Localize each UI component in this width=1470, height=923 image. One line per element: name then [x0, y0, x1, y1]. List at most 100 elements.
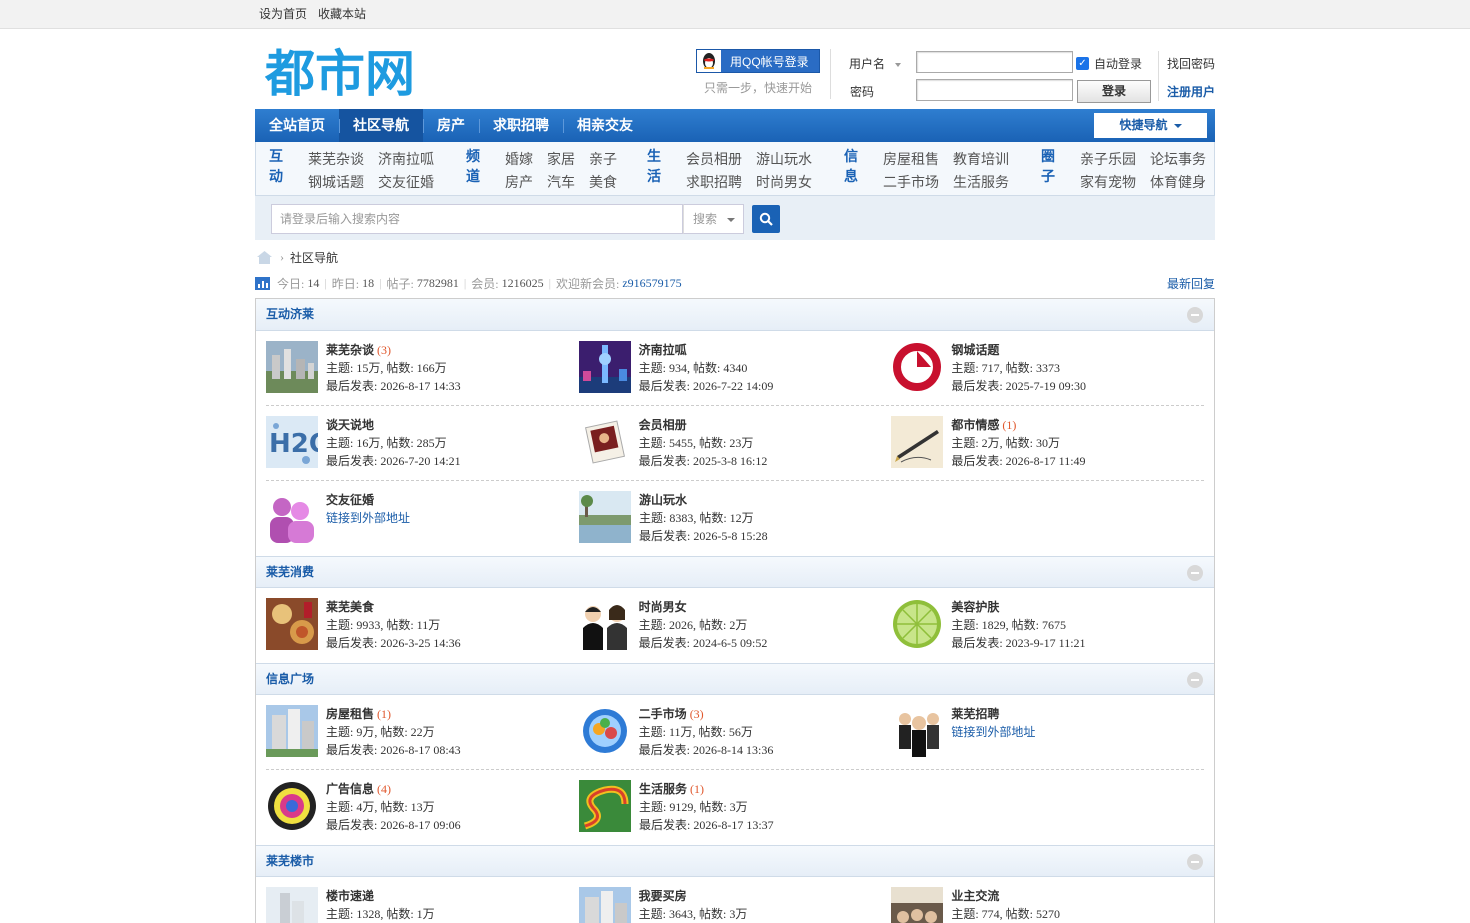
- forum-icon[interactable]: [578, 598, 631, 650]
- forum-icon[interactable]: [579, 780, 631, 832]
- forum-name[interactable]: 钢城话题: [951, 343, 999, 357]
- forum-last-post[interactable]: 最后发表: 2026-8-14 13:36: [639, 741, 774, 759]
- bookmark-link[interactable]: 收藏本站: [318, 7, 366, 21]
- forum-group-title[interactable]: 莱芜楼市: [266, 854, 314, 868]
- collapse-icon[interactable]: [1187, 854, 1203, 870]
- new-member-link[interactable]: z916579175: [622, 276, 681, 291]
- search-button[interactable]: [752, 205, 780, 233]
- subnav-link[interactable]: 时尚男女: [756, 172, 812, 192]
- register-link[interactable]: 注册用户: [1167, 83, 1215, 100]
- forum-last-post[interactable]: 最后发表: 2026-5-8 15:28: [639, 527, 768, 545]
- auto-login-checkbox[interactable]: ✓ 自动登录: [1076, 55, 1142, 72]
- subnav-link[interactable]: 汽车: [547, 172, 575, 192]
- forum-name[interactable]: 时尚男女: [639, 600, 687, 614]
- subnav-link[interactable]: 体育健身: [1150, 172, 1206, 192]
- forum-icon[interactable]: [891, 705, 944, 757]
- forum-icon[interactable]: [266, 780, 318, 832]
- forum-last-post[interactable]: 最后发表: 2023-9-17 11:21: [951, 634, 1085, 652]
- subnav-link[interactable]: 教育培训: [953, 149, 1009, 169]
- external-link[interactable]: 链接到外部地址: [951, 723, 1035, 741]
- nav-jobs[interactable]: 求职招聘: [479, 109, 563, 142]
- forum-name[interactable]: 美容护肤: [951, 600, 999, 614]
- collapse-icon[interactable]: [1187, 672, 1203, 688]
- set-home-link[interactable]: 设为首页: [259, 7, 307, 21]
- forum-group-title[interactable]: 信息广场: [266, 672, 314, 686]
- latest-replies-link[interactable]: 最新回复: [1167, 275, 1215, 292]
- quick-nav-button[interactable]: 快捷导航: [1094, 113, 1207, 138]
- nav-community[interactable]: 社区导航: [339, 109, 423, 142]
- home-icon[interactable]: [257, 250, 272, 264]
- forum-icon[interactable]: [891, 598, 944, 650]
- forum-icon[interactable]: [578, 705, 631, 757]
- subnav-link[interactable]: 钢城话题: [308, 172, 364, 192]
- forum-name[interactable]: 交友征婚: [326, 493, 374, 507]
- forum-last-post[interactable]: 最后发表: 2026-7-22 14:09: [639, 377, 774, 395]
- forum-icon[interactable]: [891, 341, 944, 393]
- forum-icon[interactable]: [578, 887, 631, 923]
- collapse-icon[interactable]: [1187, 565, 1203, 581]
- forum-last-post[interactable]: 最后发表: 2026-8-17 11:49: [951, 452, 1085, 470]
- forum-last-post[interactable]: 最后发表: 2026-8-17 13:37: [639, 816, 774, 834]
- forum-last-post[interactable]: 最后发表: 2025-3-8 16:12: [639, 452, 768, 470]
- forum-group-title[interactable]: 莱芜消费: [266, 565, 314, 579]
- subnav-link[interactable]: 生活服务: [953, 172, 1009, 192]
- qq-login-button[interactable]: 用QQ帐号登录: [696, 49, 820, 73]
- forum-icon[interactable]: [266, 341, 318, 393]
- forum-last-post[interactable]: 最后发表: 2026-8-17 08:43: [326, 741, 461, 759]
- username-input[interactable]: [916, 51, 1073, 73]
- subnav-link[interactable]: 亲子乐园: [1080, 149, 1136, 169]
- forum-icon[interactable]: [266, 705, 318, 757]
- forum-last-post[interactable]: 最后发表: 2026-8-17 14:33: [326, 377, 461, 395]
- forum-name[interactable]: 莱芜杂谈: [326, 343, 374, 357]
- nav-home[interactable]: 全站首页: [255, 109, 339, 142]
- forum-name[interactable]: 楼市速递: [326, 889, 374, 903]
- forum-icon[interactable]: [266, 887, 318, 923]
- nav-dating[interactable]: 相亲交友: [563, 109, 647, 142]
- login-button[interactable]: 登录: [1077, 80, 1151, 103]
- subnav-link[interactable]: 求职招聘: [686, 172, 742, 192]
- forum-name[interactable]: 会员相册: [639, 418, 687, 432]
- subnav-link[interactable]: 莱芜杂谈: [308, 149, 364, 169]
- subnav-link[interactable]: 会员相册: [686, 149, 742, 169]
- subnav-link[interactable]: 济南拉呱: [378, 149, 434, 169]
- forum-group-title[interactable]: 互动济莱: [266, 307, 314, 321]
- forum-last-post[interactable]: 最后发表: 2024-6-5 09:52: [639, 634, 768, 652]
- search-type-select[interactable]: 搜索: [683, 204, 744, 234]
- forum-name[interactable]: 房屋租售: [326, 707, 374, 721]
- forum-last-post[interactable]: 最后发表: 2026-3-25 14:36: [326, 634, 461, 652]
- search-input[interactable]: 请登录后输入搜索内容: [271, 204, 683, 234]
- forum-name[interactable]: 广告信息: [326, 782, 374, 796]
- forum-name[interactable]: 莱芜招聘: [951, 707, 999, 721]
- subnav-link[interactable]: 游山玩水: [756, 149, 812, 169]
- site-logo[interactable]: 都市网: [264, 39, 425, 103]
- forgot-password-link[interactable]: 找回密码: [1167, 55, 1215, 72]
- subnav-link[interactable]: 亲子: [589, 149, 617, 169]
- forum-last-post[interactable]: 最后发表: 2025-7-19 09:30: [951, 377, 1086, 395]
- forum-name[interactable]: 莱芜美食: [326, 600, 374, 614]
- forum-name[interactable]: 生活服务: [639, 782, 687, 796]
- forum-icon[interactable]: [891, 416, 944, 468]
- subnav-link[interactable]: 家居: [547, 149, 575, 169]
- password-input[interactable]: [916, 79, 1073, 101]
- forum-last-post[interactable]: 最后发表: 2026-8-17 09:06: [326, 816, 461, 834]
- subnav-link[interactable]: 婚嫁: [505, 149, 533, 169]
- forum-icon[interactable]: [579, 491, 631, 543]
- username-label[interactable]: 用户名: [849, 55, 902, 72]
- forum-name[interactable]: 我要买房: [639, 889, 687, 903]
- forum-name[interactable]: 济南拉呱: [639, 343, 687, 357]
- forum-name[interactable]: 都市情感: [951, 418, 999, 432]
- subnav-link[interactable]: 交友征婚: [378, 172, 434, 192]
- subnav-link[interactable]: 房产: [505, 172, 533, 192]
- forum-icon[interactable]: [266, 598, 318, 650]
- forum-icon[interactable]: [578, 416, 631, 468]
- forum-icon[interactable]: [891, 887, 944, 923]
- forum-icon[interactable]: [266, 491, 318, 543]
- forum-last-post[interactable]: 最后发表: 2026-7-20 14:21: [326, 452, 461, 470]
- collapse-icon[interactable]: [1187, 307, 1203, 323]
- subnav-link[interactable]: 美食: [589, 172, 617, 192]
- subnav-link[interactable]: 二手市场: [883, 172, 939, 192]
- subnav-link[interactable]: 房屋租售: [883, 149, 939, 169]
- forum-name[interactable]: 二手市场: [639, 707, 687, 721]
- forum-icon[interactable]: H2O: [266, 416, 318, 468]
- subnav-link[interactable]: 家有宠物: [1080, 172, 1136, 192]
